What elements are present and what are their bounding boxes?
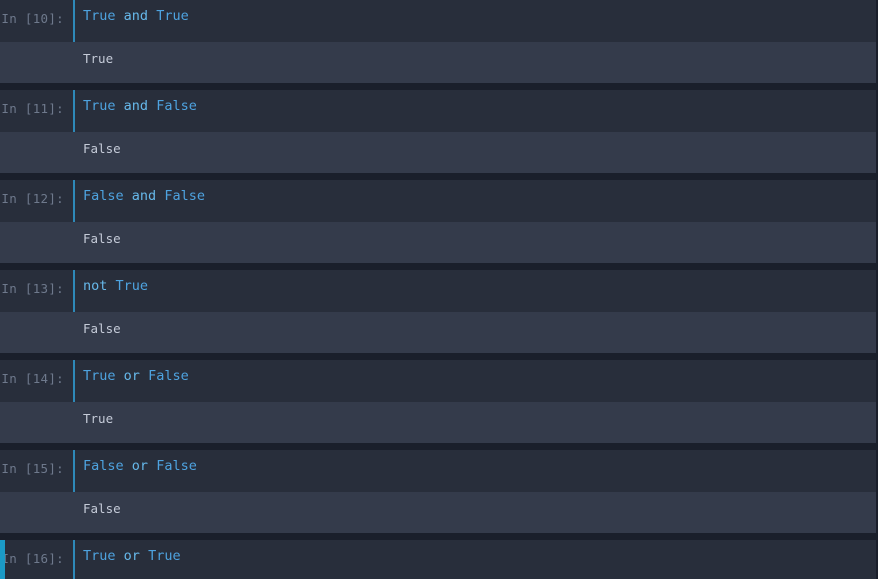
notebook-cell-list: In [10]: True and True True In [11]: True an… bbox=[0, 0, 878, 579]
cell-output-row: False bbox=[0, 222, 876, 263]
cell-output-text: False bbox=[83, 231, 121, 246]
cell-output-text: True bbox=[83, 51, 114, 66]
cell-selection-accent bbox=[0, 360, 5, 443]
cell-output-row: False bbox=[0, 132, 876, 173]
cell-input-row[interactable]: In [15]: False or False bbox=[0, 450, 876, 492]
cell-input-row[interactable]: In [12]: False and False bbox=[0, 180, 876, 222]
code-token-op: or bbox=[123, 548, 140, 564]
notebook-cell[interactable]: In [10]: True and True True bbox=[0, 0, 876, 83]
cell-input-row[interactable]: In [11]: True and False bbox=[0, 90, 876, 132]
cell-selection-accent bbox=[0, 0, 5, 83]
notebook-cell[interactable]: In [14]: True or False True bbox=[0, 360, 876, 443]
code-token-bool: True bbox=[148, 548, 181, 564]
code-token-op: and bbox=[123, 8, 149, 24]
code-editor[interactable]: True or True bbox=[73, 540, 876, 579]
input-prompt: In [11]: bbox=[1, 101, 64, 116]
code-editor[interactable]: True or False bbox=[73, 360, 876, 402]
cell-output-row: False bbox=[0, 492, 876, 533]
code-token-bool: True bbox=[83, 548, 116, 564]
notebook-cell[interactable]: In [13]: not True False bbox=[0, 270, 876, 353]
input-prompt: In [10]: bbox=[1, 11, 64, 26]
cell-selection-accent bbox=[0, 270, 5, 353]
cell-output-text: False bbox=[83, 141, 121, 156]
cell-selection-accent bbox=[0, 450, 5, 533]
cell-input-row[interactable]: In [14]: True or False bbox=[0, 360, 876, 402]
code-token-op: and bbox=[131, 188, 157, 204]
output-prompt-spacer bbox=[0, 492, 73, 505]
code-token-bool: False bbox=[164, 188, 205, 204]
code-editor[interactable]: False and False bbox=[73, 180, 876, 222]
code-token-op: and bbox=[123, 98, 149, 114]
code-token-bool: False bbox=[156, 458, 197, 474]
code-token-bool: False bbox=[83, 458, 124, 474]
code-token-bool: True bbox=[115, 278, 149, 294]
cell-output-row: True bbox=[0, 402, 876, 443]
code-token-bool: False bbox=[83, 188, 124, 204]
code-token-bool: False bbox=[148, 368, 189, 384]
output-prompt-spacer bbox=[0, 132, 73, 145]
code-editor[interactable]: not True bbox=[73, 270, 876, 312]
cell-selection-accent bbox=[0, 540, 5, 579]
notebook-cell[interactable]: In [16]: True or TrueTrue bbox=[0, 540, 876, 579]
output-prompt-spacer bbox=[0, 312, 73, 325]
output-prompt-spacer bbox=[0, 402, 73, 415]
cell-selection-accent bbox=[0, 90, 5, 173]
code-token-op: not bbox=[83, 278, 108, 294]
code-token-bool: True bbox=[156, 8, 189, 24]
output-prompt-spacer bbox=[0, 42, 73, 55]
notebook-cell[interactable]: In [15]: False or False False bbox=[0, 450, 876, 533]
input-prompt: In [15]: bbox=[1, 461, 64, 476]
notebook-cell[interactable]: In [12]: False and False False bbox=[0, 180, 876, 263]
code-token-bool: True bbox=[83, 8, 116, 24]
input-prompt: In [14]: bbox=[1, 371, 64, 386]
code-token-bool: True bbox=[83, 98, 116, 114]
cell-input-row[interactable]: In [10]: True and True bbox=[0, 0, 876, 42]
cell-output-text: True bbox=[83, 411, 114, 426]
notebook-container: In [10]: True and True True In [11]: True an… bbox=[0, 0, 878, 579]
cell-output-text: False bbox=[83, 321, 121, 336]
input-prompt: In [12]: bbox=[1, 191, 64, 206]
cell-input-row[interactable]: In [13]: not True bbox=[0, 270, 876, 312]
code-editor[interactable]: False or False bbox=[73, 450, 876, 492]
output-prompt-spacer bbox=[0, 222, 73, 235]
code-token-op: or bbox=[123, 368, 140, 384]
notebook-cell[interactable]: In [11]: True and False False bbox=[0, 90, 876, 173]
code-token-bool: True bbox=[83, 368, 116, 384]
cell-output-row: False bbox=[0, 312, 876, 353]
input-prompt: In [16]: bbox=[1, 551, 64, 566]
code-editor[interactable]: True and True bbox=[73, 0, 876, 42]
code-editor[interactable]: True and False bbox=[73, 90, 876, 132]
code-token-op: or bbox=[131, 458, 149, 474]
input-prompt: In [13]: bbox=[1, 281, 64, 296]
cell-selection-accent bbox=[0, 180, 5, 263]
cell-output-text: False bbox=[83, 501, 121, 516]
cell-output-row: True bbox=[0, 42, 876, 83]
code-token-bool: False bbox=[156, 98, 197, 114]
cell-input-row[interactable]: In [16]: True or True bbox=[0, 540, 876, 579]
